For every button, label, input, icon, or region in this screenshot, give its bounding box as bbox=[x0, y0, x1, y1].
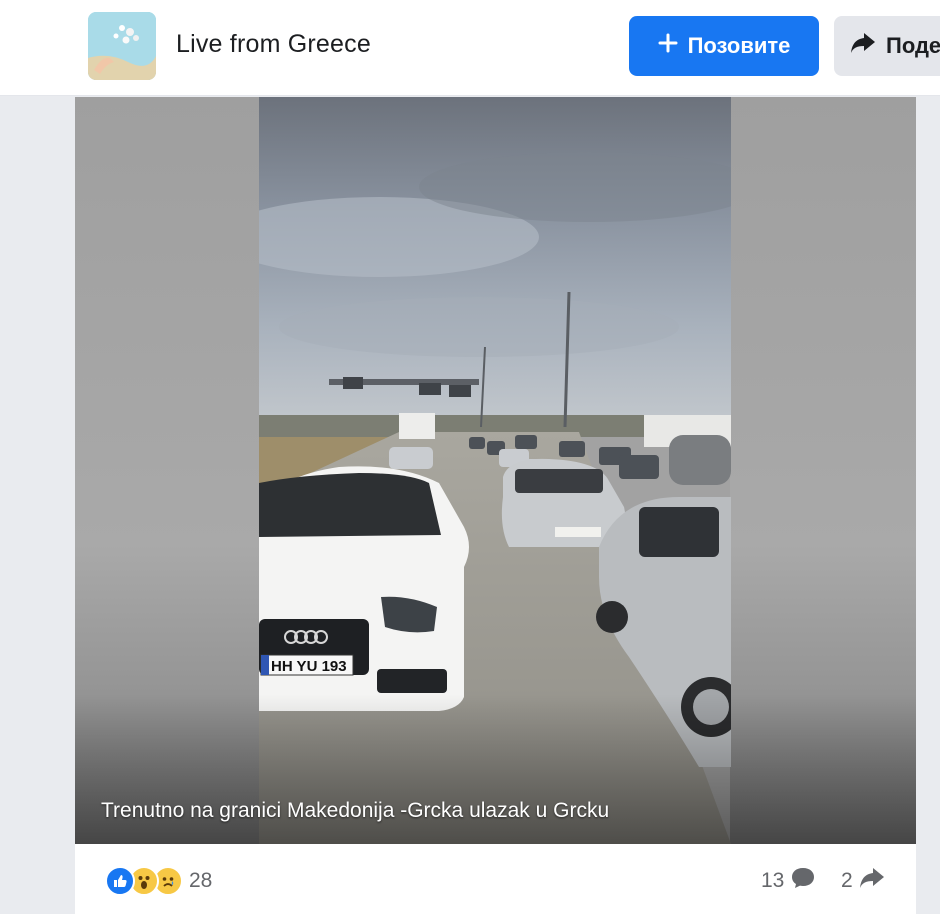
share-icon bbox=[859, 866, 885, 896]
page-header: Live from Greece Позовите Поде bbox=[0, 0, 940, 96]
share-count: 2 bbox=[841, 869, 853, 892]
comment-count-button[interactable]: 13 bbox=[761, 866, 816, 896]
comment-icon bbox=[790, 866, 816, 896]
video-player[interactable]: HH YU 193 Trenutno na granici Makedonija… bbox=[75, 97, 916, 844]
invite-label: Позовите bbox=[687, 33, 791, 58]
license-plate-text: HH YU 193 bbox=[271, 658, 347, 675]
share-count-button[interactable]: 2 bbox=[841, 866, 885, 896]
share-page-button[interactable]: Поде bbox=[834, 16, 940, 76]
invite-button[interactable]: Позовите bbox=[629, 16, 819, 76]
reaction-count: 28 bbox=[189, 869, 213, 892]
share-page-label: Поде bbox=[886, 33, 940, 58]
reactions-summary[interactable]: 28 bbox=[105, 866, 212, 896]
plus-icon bbox=[658, 33, 678, 59]
like-icon bbox=[105, 866, 135, 896]
post-footer: 28 13 2 bbox=[75, 844, 916, 914]
comment-count: 13 bbox=[761, 869, 785, 892]
page-avatar[interactable] bbox=[88, 12, 156, 80]
page-name[interactable]: Live from Greece bbox=[176, 30, 371, 59]
video-caption: Trenutno na granici Makedonija -Grcka ul… bbox=[101, 799, 610, 822]
share-arrow-icon bbox=[850, 31, 876, 61]
